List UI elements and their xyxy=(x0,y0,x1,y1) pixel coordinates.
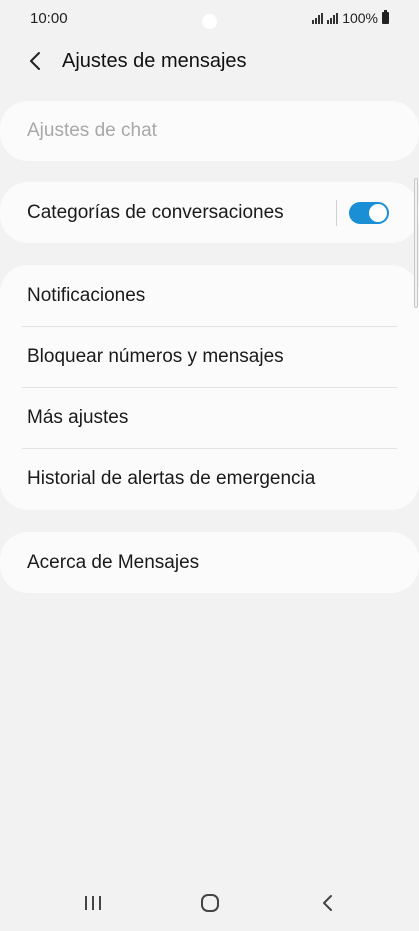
status-time: 10:00 xyxy=(30,10,68,27)
chat-settings-label: Ajustes de chat xyxy=(27,120,157,141)
battery-percent: 100% xyxy=(342,10,378,26)
front-camera xyxy=(202,14,217,29)
home-button[interactable] xyxy=(180,875,240,931)
status-icons: 100% xyxy=(312,10,389,26)
page-title: Ajustes de mensajes xyxy=(62,50,247,72)
screen: 10:00 100% Ajustes de mensajes Ajustes d… xyxy=(0,0,419,931)
settings-item-emergency-alerts[interactable]: Historial de alertas de emergencia xyxy=(0,448,419,509)
settings-item-label: Bloquear números y mensajes xyxy=(27,345,284,367)
scrollbar[interactable] xyxy=(414,178,418,308)
toggle-knob xyxy=(369,203,387,222)
chat-settings-card: Ajustes de chat xyxy=(0,101,419,161)
back-icon xyxy=(323,895,332,911)
settings-item-block-numbers[interactable]: Bloquear números y mensajes xyxy=(0,326,419,387)
signal-icon xyxy=(327,12,339,24)
settings-item-more-settings[interactable]: Más ajustes xyxy=(0,387,419,448)
settings-item-label: Más ajustes xyxy=(27,406,129,428)
navigation-bar xyxy=(0,875,419,931)
conversation-categories-toggle[interactable] xyxy=(349,201,389,224)
switch-area xyxy=(336,182,389,243)
about-messages-item[interactable]: Acerca de Mensajes xyxy=(0,532,419,593)
recent-apps-button[interactable] xyxy=(63,875,123,931)
conversation-categories-card[interactable]: Categorías de conversaciones xyxy=(0,182,419,243)
settings-item-label: Notificaciones xyxy=(27,284,146,306)
status-bar: 10:00 100% xyxy=(0,0,419,38)
header: Ajustes de mensajes xyxy=(0,38,419,84)
conversation-categories-item[interactable]: Categorías de conversaciones xyxy=(0,182,419,243)
chevron-left-icon xyxy=(30,52,40,70)
conversation-categories-label: Categorías de conversaciones xyxy=(27,201,284,223)
back-button[interactable] xyxy=(20,46,50,76)
recent-apps-icon xyxy=(85,896,101,910)
settings-item-notifications[interactable]: Notificaciones xyxy=(0,265,419,326)
vertical-divider xyxy=(336,199,337,226)
about-card[interactable]: Acerca de Mensajes xyxy=(0,532,419,593)
nav-back-button[interactable] xyxy=(298,875,358,931)
signal-icon xyxy=(312,12,324,24)
battery-icon xyxy=(382,10,389,24)
settings-item-label: Historial de alertas de emergencia xyxy=(27,467,316,489)
settings-group-card: Notificaciones Bloquear números y mensaj… xyxy=(0,265,419,510)
about-messages-label: Acerca de Mensajes xyxy=(27,551,200,573)
home-icon xyxy=(201,894,219,912)
chat-settings-item: Ajustes de chat xyxy=(0,101,419,161)
